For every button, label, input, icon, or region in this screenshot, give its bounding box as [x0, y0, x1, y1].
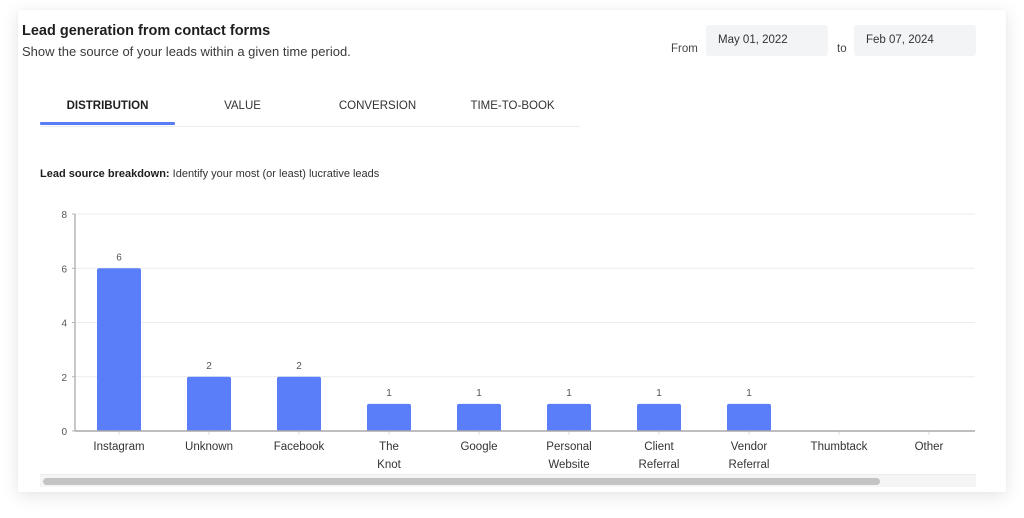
- x-tick-label: Client: [644, 441, 674, 453]
- x-axis: Instagram Unknown Facebook The Knot Google Per…: [75, 430, 975, 471]
- x-tick-label: Referral: [639, 459, 680, 471]
- x-tick-label: Google: [460, 441, 497, 453]
- bar: [367, 403, 411, 431]
- y-tick-label: 2: [61, 373, 67, 384]
- bar: [457, 403, 501, 431]
- data-label: 1: [746, 388, 752, 399]
- x-tick-label: Website: [548, 459, 589, 471]
- x-tick-label: Vendor: [731, 441, 768, 453]
- bar: [727, 403, 771, 431]
- bars: 6 2 2 1 1 1 1 1: [97, 252, 771, 431]
- data-label: 6: [116, 252, 122, 263]
- scrollbar-thumb[interactable]: [43, 478, 880, 485]
- bar: [547, 403, 591, 431]
- y-tick-label: 0: [61, 427, 67, 438]
- x-tick-label: Instagram: [93, 441, 144, 453]
- y-tick-label: 8: [61, 210, 67, 221]
- bar: [277, 376, 321, 431]
- x-tick-label: The: [379, 441, 399, 453]
- y-tick-label: 6: [61, 264, 67, 275]
- bar: [97, 268, 141, 431]
- data-label: 1: [476, 388, 482, 399]
- grid-lines: [75, 213, 975, 378]
- x-tick-label: Other: [915, 441, 944, 453]
- horizontal-scrollbar[interactable]: [40, 474, 976, 487]
- bar-chart: 0 2 4 6 8 6 2 2 1 1 1 1 1 Instagram Unknown Facebook T…: [61, 210, 975, 471]
- y-axis: 0 2 4 6 8: [61, 210, 76, 438]
- x-tick-label: Facebook: [274, 441, 325, 453]
- data-label: 2: [206, 361, 212, 372]
- data-label: 1: [386, 388, 392, 399]
- x-tick-label: Thumbtack: [811, 441, 868, 453]
- data-label: 1: [566, 388, 572, 399]
- x-tick-label: Personal: [546, 441, 591, 453]
- x-tick-label: Knot: [377, 459, 401, 471]
- data-label: 1: [656, 388, 662, 399]
- y-tick-label: 4: [61, 319, 67, 330]
- data-label: 2: [296, 361, 302, 372]
- x-tick-label: Referral: [729, 459, 770, 471]
- bar: [187, 376, 231, 431]
- x-tick-label: Unknown: [185, 441, 233, 453]
- bar: [637, 403, 681, 431]
